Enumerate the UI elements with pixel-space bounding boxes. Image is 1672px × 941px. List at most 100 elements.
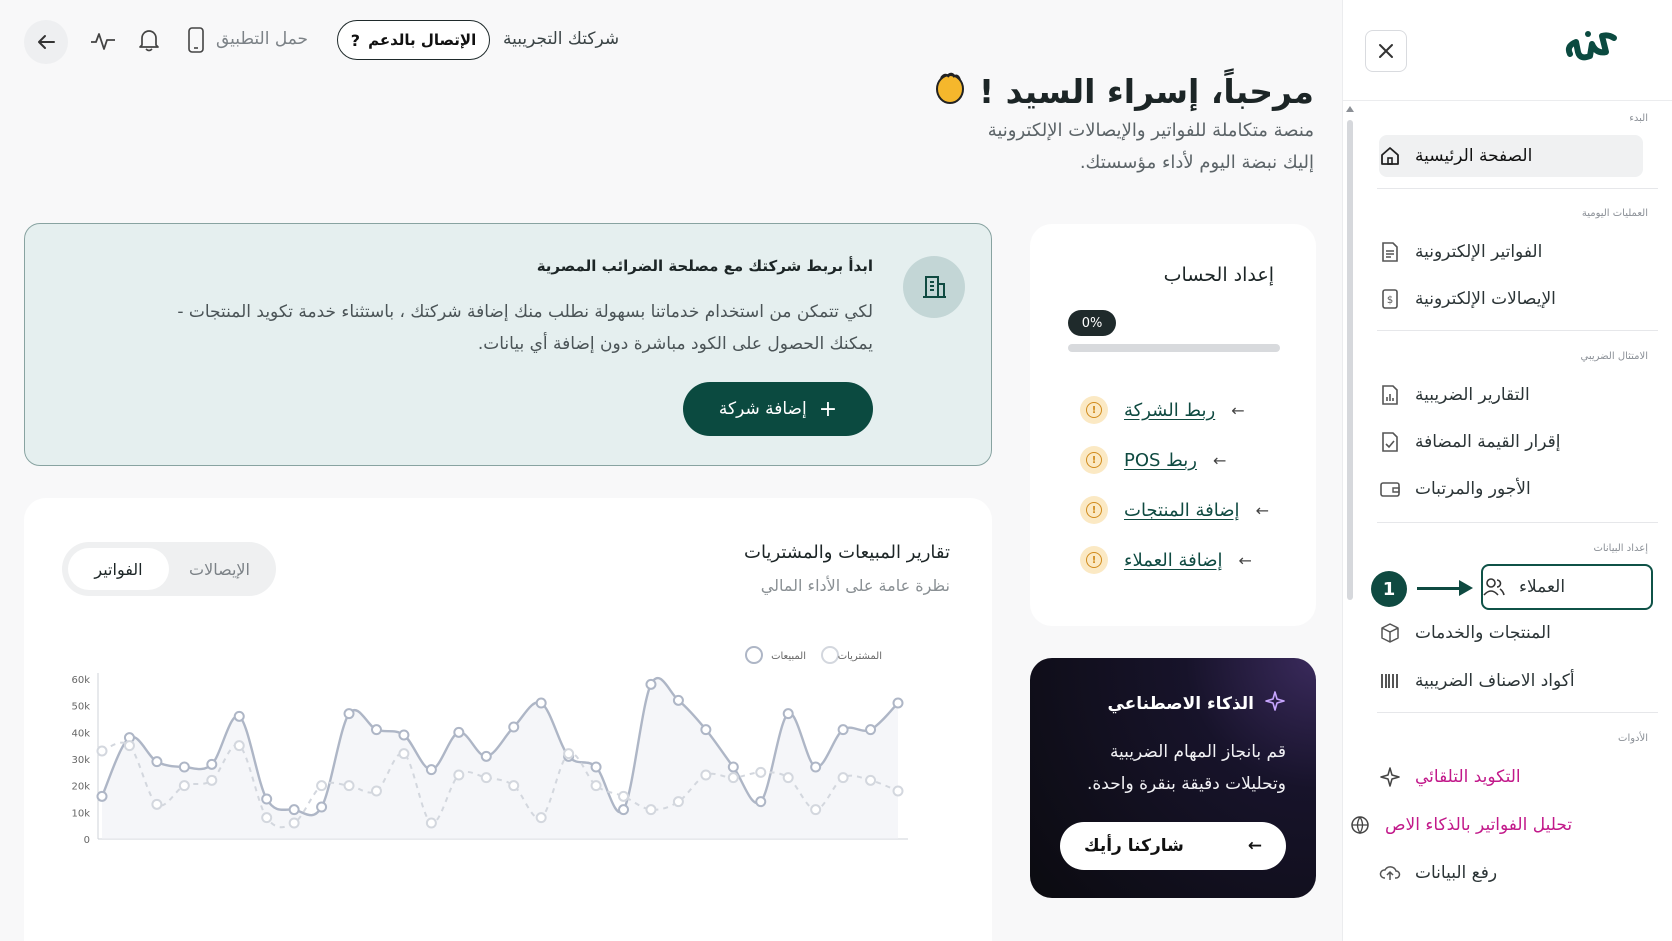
scroll-up-arrow[interactable] <box>1346 106 1354 112</box>
sidebar-item-label: الإيصالات الإلكترونية <box>1415 289 1556 309</box>
data-point-1 <box>508 780 520 792</box>
data-point-1 <box>370 785 382 797</box>
legend-label: المشتريات <box>838 651 882 662</box>
data-point-1 <box>425 817 437 829</box>
divider <box>1377 188 1658 189</box>
data-point-0 <box>782 708 794 720</box>
sidebar-scrollbar[interactable] <box>1347 120 1353 600</box>
data-point-0 <box>425 764 437 776</box>
brand-logo <box>1562 24 1620 72</box>
sidebar-item-label: التقارير الضريبية <box>1415 385 1530 405</box>
section-label-tax: الامتثال الضريبي <box>1580 351 1648 362</box>
tab-receipts[interactable]: الإيصالات <box>169 548 270 590</box>
phone-icon <box>188 27 204 53</box>
back-button[interactable] <box>24 20 68 64</box>
task-link-company[interactable]: ! ربط الشركة ← <box>1080 394 1280 426</box>
arrow-left-icon: ← <box>1238 550 1252 570</box>
sidebar-item-upload-data[interactable]: رفع البيانات <box>1379 852 1643 894</box>
sidebar-item-label: العملاء <box>1519 577 1566 597</box>
contact-support-button[interactable]: الإتصال بالدعم ? <box>337 20 490 60</box>
sidebar-item-home[interactable]: الصفحة الرئيسية <box>1379 135 1643 177</box>
data-point-1 <box>480 772 492 784</box>
welcome-text: مرحباً، إسراء السيد ! <box>979 71 1314 111</box>
arrow-left-icon <box>38 35 55 49</box>
ai-title: الذكاء الاصطناعي <box>1107 690 1286 717</box>
sidebar-item-label: تحليل الفواتير بالذكاء الاص <box>1385 815 1573 835</box>
data-point-1 <box>810 804 822 816</box>
report-title: تقارير المبيعات والمشتريات <box>744 542 950 563</box>
data-point-0 <box>755 796 767 808</box>
task-label: ربط POS <box>1124 449 1197 471</box>
data-point-0 <box>810 761 822 773</box>
data-point-1 <box>206 774 218 786</box>
report-icon <box>1379 384 1401 406</box>
sidebar-item-payroll[interactable]: الأجور والمرتبات <box>1379 468 1643 510</box>
receipt-icon: $ <box>1379 288 1401 310</box>
document-icon <box>1379 241 1401 263</box>
globe-icon <box>1349 814 1371 836</box>
data-point-1 <box>96 745 108 757</box>
task-add-products[interactable]: ! إضافة المنتجات ← <box>1080 494 1280 526</box>
sidebar-item-label: الفواتير الإلكترونية <box>1415 242 1543 262</box>
bell-icon <box>139 30 159 52</box>
sidebar-item-products[interactable]: المنتجات والخدمات <box>1379 612 1643 654</box>
data-point-1 <box>563 748 575 760</box>
data-point-1 <box>123 740 135 752</box>
y-tick-label: 0 <box>84 835 90 846</box>
task-add-customers[interactable]: ! إضافة العملاء ← <box>1080 544 1280 576</box>
sidebar-item-tax-codes[interactable]: أكواد الاصناف الضريبية <box>1379 660 1643 702</box>
data-point-0 <box>316 801 328 813</box>
data-point-1 <box>892 785 904 797</box>
sidebar-item-e-receipts[interactable]: $ الإيصالات الإلكترونية <box>1379 278 1643 320</box>
notifications-button[interactable] <box>134 24 164 56</box>
task-link-pos[interactable]: ! ربط POS ← <box>1080 444 1280 476</box>
feedback-button[interactable]: شاركنا رأيك ← <box>1060 822 1286 870</box>
data-point-1 <box>618 790 630 802</box>
users-icon <box>1483 576 1505 598</box>
welcome-subtitle: منصة متكاملة للفواتير والإيصالات الإلكتر… <box>987 120 1314 141</box>
data-point-1 <box>535 812 547 824</box>
sidebar-item-vat-return[interactable]: إقرار القيمة المضافة <box>1379 421 1643 463</box>
data-point-1 <box>837 772 849 784</box>
section-label-data: إعداد البيانات <box>1593 543 1648 554</box>
header-divider <box>1343 100 1672 101</box>
callout-arrow <box>1417 587 1461 590</box>
ai-title-text: الذكاء الاصطناعي <box>1107 693 1254 714</box>
mobile-app-button[interactable] <box>184 24 208 56</box>
divider <box>1377 330 1658 331</box>
data-point-0 <box>672 694 684 706</box>
section-label-tools: الأدوات <box>1618 733 1648 744</box>
upload-cloud-icon <box>1379 862 1401 884</box>
activity-button[interactable] <box>88 26 118 56</box>
task-label: ربط الشركة <box>1124 399 1216 421</box>
warning-icon: ! <box>1080 546 1108 574</box>
data-point-0 <box>288 804 300 816</box>
svg-text:$: $ <box>1387 295 1393 306</box>
arrow-left-icon: ← <box>1212 450 1227 470</box>
sidebar-item-tax-reports[interactable]: التقارير الضريبية <box>1379 374 1643 416</box>
activity-icon <box>91 33 115 50</box>
tab-invoices[interactable]: الفواتير <box>68 548 169 590</box>
close-sidebar-button[interactable] <box>1365 30 1407 72</box>
data-point-0 <box>892 697 904 709</box>
data-point-1 <box>755 766 767 778</box>
data-point-1 <box>672 796 684 808</box>
ai-description: قم بانجاز المهام الضريبية <box>1109 742 1286 762</box>
sales-purchases-report-card: تقارير المبيعات والمشتريات نظرة عامة على… <box>24 498 992 941</box>
sidebar-item-ai-invoice-analysis[interactable]: تحليل الفواتير بالذكاء الاص <box>1349 804 1643 846</box>
y-tick-label: 20k <box>71 782 90 793</box>
sidebar-item-label: التكويد التلقائي <box>1415 767 1521 787</box>
data-point-0 <box>151 756 163 768</box>
arrow-left-icon: ← <box>1247 836 1262 856</box>
sidebar-item-auto-coding[interactable]: التكويد التلقائي <box>1379 756 1643 798</box>
sidebar-item-customers[interactable]: العملاء <box>1481 564 1653 610</box>
add-company-button[interactable]: + إضافة شركة <box>683 382 873 436</box>
arrow-left-icon: ← <box>1231 400 1245 420</box>
legend-marker <box>821 646 839 664</box>
building-icon <box>903 256 965 318</box>
sidebar: البدء الصفحة الرئيسية العمليات اليومية ا… <box>1342 0 1672 941</box>
sidebar-item-e-invoices[interactable]: الفواتير الإلكترونية <box>1379 231 1643 273</box>
data-point-1 <box>590 780 602 792</box>
download-app-link[interactable]: حمل التطبيق <box>216 29 308 49</box>
welcome-subtitle-2: إليك نبضة اليوم لأداء مؤسستك. <box>1079 152 1314 173</box>
